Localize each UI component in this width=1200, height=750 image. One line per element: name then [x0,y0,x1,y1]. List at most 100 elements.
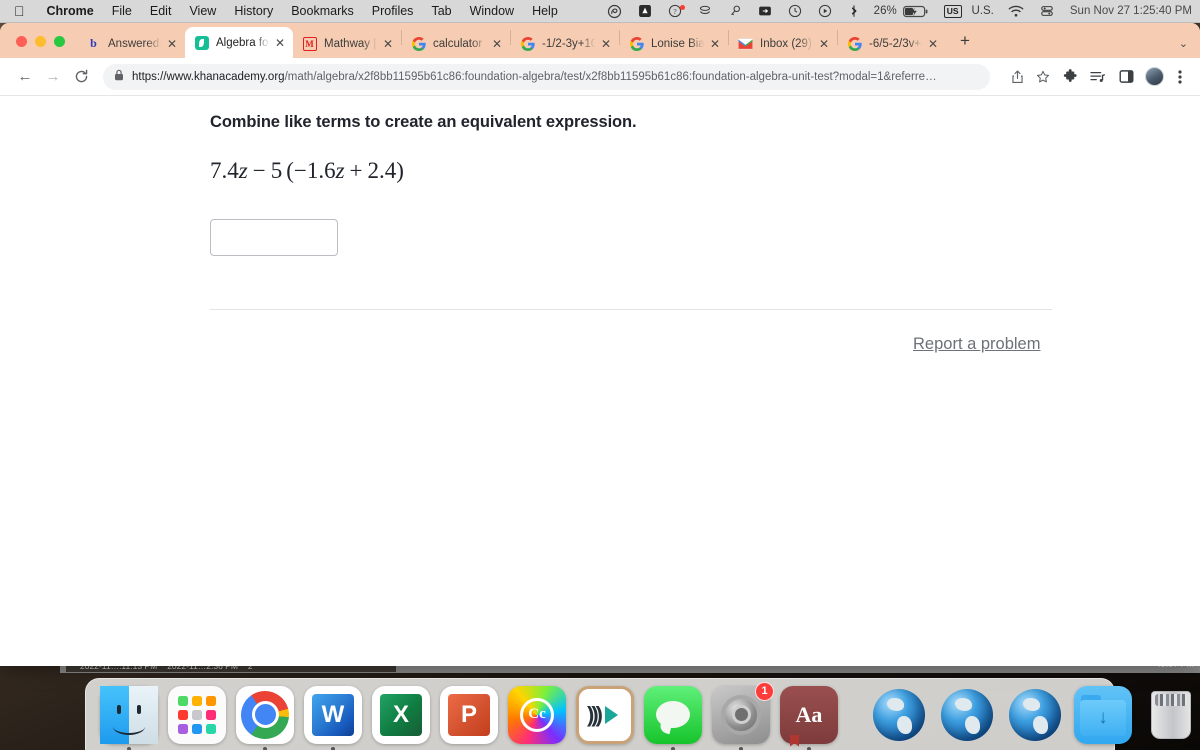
profile-avatar[interactable] [1145,67,1164,86]
bluetooth-icon[interactable] [840,4,868,18]
tab-close-icon[interactable]: ✕ [926,37,940,51]
menu-tab[interactable]: Tab [422,4,460,18]
notification-dot [679,5,685,10]
tab-close-icon[interactable]: ✕ [599,37,613,51]
browser-toolbar: ← → https://www.khanacademy.org/math/alg… [0,58,1200,96]
tab-search-expression-2[interactable]: -6/5-2/3v+4/15 ✕ [838,29,946,58]
tab-title: -1/2-3y+10 - Go [542,37,596,50]
input-source-badge[interactable]: US [936,4,970,18]
new-tab-button[interactable]: + [952,28,978,54]
dock-item-word[interactable]: W [304,685,362,750]
dock-item-finder[interactable] [100,685,158,750]
tab-title: Inbox (29) - em [760,37,814,50]
dock-item-voice-player[interactable]: ))) [576,685,634,744]
tab-gmail-inbox[interactable]: Inbox (29) - em ✕ [729,29,837,58]
launchpad-grid-icon [178,695,216,734]
forward-arrow-icon[interactable]: → [40,64,66,90]
google-icon [629,36,644,51]
content-divider [210,309,1052,310]
tab-search-expression-1[interactable]: -1/2-3y+10 - Go ✕ [511,29,619,58]
tab-close-icon[interactable]: ✕ [273,36,287,50]
tab-close-icon[interactable]: ✕ [817,37,831,51]
chrome-browser-window: b Answered: ← C ✕ Algebra foundat ✕ M Ma… [0,23,1200,666]
dock-item-trash[interactable] [1142,686,1200,744]
battery-charging-icon[interactable] [902,5,936,18]
tab-title: Mathway | Alge [324,37,378,50]
dock-item-creative-cloud[interactable]: Cc [508,685,566,744]
tab-mathway[interactable]: M Mathway | Alge ✕ [293,29,401,58]
running-indicator [807,746,811,750]
star-icon[interactable] [1031,65,1055,89]
puzzle-piece-icon[interactable] [1057,65,1083,89]
layers-icon[interactable] [690,4,720,18]
tab-close-icon[interactable]: ✕ [381,37,395,51]
dock-item-messages[interactable] [644,685,702,750]
dock-item-dictionary[interactable]: Aa [780,685,838,750]
dock-item-system-preferences[interactable]: 1 [712,681,774,750]
sound-waves-icon: ))) [587,701,603,727]
folder-body-shape: ↓ [1080,699,1126,736]
tab-close-icon[interactable]: ✕ [165,37,179,51]
tab-strip: b Answered: ← C ✕ Algebra foundat ✕ M Ma… [0,23,1200,58]
play-circle-icon[interactable] [810,4,840,18]
time-machine-icon[interactable] [780,4,810,18]
brainly-b-icon: b [90,36,97,50]
wifi-icon[interactable] [1000,5,1032,18]
menu-bar-clock[interactable]: Sun Nov 27 1:25:40 PM [1062,5,1192,17]
dock-item-globe-2[interactable] [938,686,996,744]
menu-chrome[interactable]: Chrome [38,4,103,18]
bookmark-ribbon-icon [790,734,799,747]
menu-view[interactable]: View [180,4,225,18]
control-center-icon[interactable] [1032,4,1062,18]
tab-close-icon[interactable]: ✕ [490,37,504,51]
menu-help[interactable]: Help [523,4,567,18]
three-dot-menu-icon[interactable] [1170,65,1190,89]
maximize-window-button[interactable] [54,36,65,47]
tab-algebra-foundations[interactable]: Algebra foundat ✕ [185,27,293,58]
menu-window[interactable]: Window [461,4,523,18]
share-icon[interactable] [1005,65,1029,89]
question-prompt: Combine like terms to create an equivale… [210,113,637,131]
back-arrow-icon[interactable]: ← [12,64,38,90]
tab-lonise-bias[interactable]: Lonise Bias ✕ [620,29,728,58]
dock-item-globe-1[interactable] [870,686,928,744]
menu-bookmarks[interactable]: Bookmarks [282,4,363,18]
key-icon[interactable] [720,4,750,18]
dock-item-globe-3[interactable] [1006,686,1064,744]
creative-cloud-logo-icon: Cc [520,697,554,732]
chevron-down-icon[interactable]: ⌄ [1179,37,1188,50]
tab-calculator-google[interactable]: calculator - Goo ✕ [402,29,510,58]
dock-item-downloads[interactable]: ↓ [1074,685,1132,744]
menu-history[interactable]: History [225,4,282,18]
arrow-right-box-icon[interactable] [750,4,780,18]
dock-item-chrome[interactable] [236,685,294,750]
reading-list-icon[interactable] [1085,65,1111,89]
google-icon [520,36,535,51]
dock-item-powerpoint[interactable]: P [440,685,498,744]
tab-close-icon[interactable]: ✕ [708,37,722,51]
close-window-button[interactable] [16,36,27,47]
tab-brainly[interactable]: b Answered: ← C ✕ [77,29,185,58]
menu-edit[interactable]: Edit [141,4,181,18]
apple-logo-icon[interactable]:  [14,4,25,18]
answer-input[interactable] [210,219,338,256]
svg-text:?: ? [673,7,676,16]
macos-dock: W X P Cc ))) 1 Aa ↓ [85,678,1191,750]
question-mark-icon[interactable]: ? [660,4,690,18]
menu-file[interactable]: File [103,4,141,18]
dock-item-launchpad[interactable] [168,685,226,744]
minimize-window-button[interactable] [35,36,46,47]
tab-title: Lonise Bias [651,37,705,50]
gmail-icon [738,36,753,51]
side-panel-icon[interactable] [1113,65,1139,89]
url-path: /math/algebra/x2f8bb11595b61c86:foundati… [284,70,937,83]
report-a-problem-link[interactable]: Report a problem [913,335,1040,354]
menu-profiles[interactable]: Profiles [363,4,423,18]
google-drive-icon[interactable] [630,4,660,18]
reload-icon[interactable] [68,64,94,90]
dock-item-excel[interactable]: X [372,685,430,744]
address-bar[interactable]: https://www.khanacademy.org/math/algebra… [103,63,990,90]
word-letter: W [312,693,354,736]
creative-cloud-icon[interactable] [599,4,630,19]
notification-badge: 1 [755,681,774,701]
